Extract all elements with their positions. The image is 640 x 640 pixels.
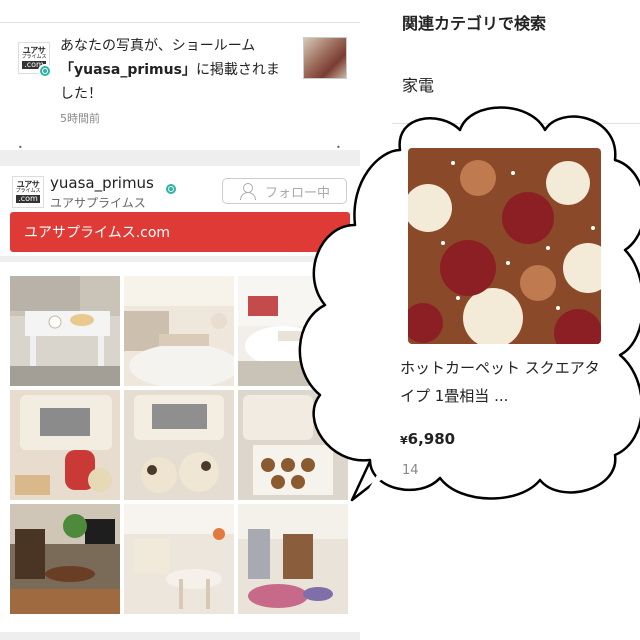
- price-currency: ¥: [400, 434, 408, 447]
- product-name[interactable]: ホットカーペット スクエアタイプ 1畳相当 ...: [400, 354, 610, 410]
- product-image[interactable]: [408, 148, 601, 344]
- product-price: ¥6,980: [400, 430, 455, 448]
- price-value: 6,980: [407, 430, 456, 448]
- partial-text: 14: [402, 463, 419, 478]
